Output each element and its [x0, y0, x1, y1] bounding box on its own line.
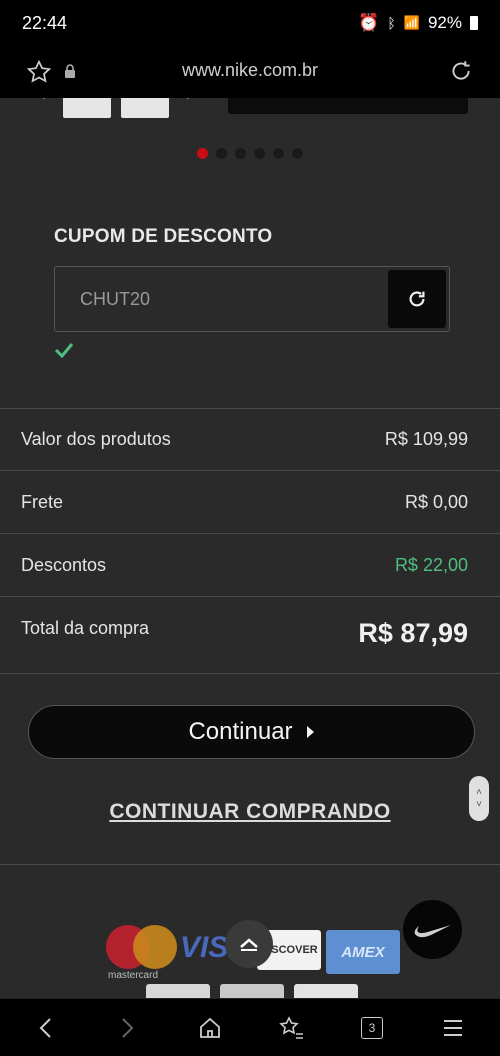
shipping-value: R$ 0,00: [404, 492, 468, 512]
carousel-prev-icon[interactable]: ‹: [40, 98, 46, 105]
divider: [0, 533, 500, 534]
arrow-left-icon: [39, 1018, 51, 1038]
chevron-up-icon: ˄: [476, 786, 482, 798]
tabs-icon: 3: [361, 1017, 383, 1039]
payment-logo: [146, 984, 210, 998]
url-text[interactable]: www.nike.com.br: [0, 60, 500, 81]
carousel-dot[interactable]: [216, 148, 227, 159]
checkout-page: ‹ › CUPOM DE DESCONTO CHUT20 Valor dos p…: [0, 98, 500, 998]
divider: [0, 864, 500, 865]
amex-logo: AMEX: [326, 930, 400, 974]
carousel-dot[interactable]: [273, 148, 284, 159]
product-action-button[interactable]: [228, 98, 468, 114]
status-time: 22:44: [22, 13, 68, 33]
payment-logo: [220, 984, 284, 998]
carousel-dot[interactable]: [254, 148, 265, 159]
shipping-label: Frete: [21, 492, 64, 512]
product-thumb-2[interactable]: [121, 98, 169, 118]
refresh-icon: [409, 291, 425, 307]
divider: [0, 596, 500, 597]
product-thumb-1[interactable]: [63, 98, 111, 118]
total-label: Total da compra: [21, 618, 150, 638]
continue-button-label: Continuar: [188, 718, 293, 745]
alarm-icon: ⏰: [358, 13, 380, 32]
star-list-icon: [279, 1016, 303, 1039]
products-value: R$ 109,99: [384, 429, 468, 449]
tab-count: 3: [368, 1021, 376, 1035]
carousel-dots: [197, 148, 303, 159]
divider: [0, 673, 500, 674]
coupon-input-value[interactable]: CHUT20: [80, 289, 150, 310]
caret-right-icon: [306, 726, 314, 738]
nav-forward-button[interactable]: [113, 1013, 143, 1043]
wifi-icon: 📶: [403, 15, 420, 30]
total-value: R$ 87,99: [358, 618, 468, 648]
status-bar: 22:44 ⏰ ᛒ 📶 92%: [0, 0, 500, 46]
payment-logo: [294, 984, 358, 998]
browser-url-bar: www.nike.com.br: [0, 46, 500, 98]
carousel-dot[interactable]: [292, 148, 303, 159]
coupon-field[interactable]: CHUT20: [54, 266, 450, 332]
carousel-dot-active[interactable]: [197, 148, 208, 159]
chevron-up-icon: [240, 938, 258, 951]
mastercard-logo: [106, 925, 177, 969]
divider: [0, 408, 500, 409]
scroll-handle[interactable]: ˄ ˅: [469, 776, 489, 821]
chevron-down-icon: ˅: [476, 798, 482, 810]
coupon-title: CUPOM DE DESCONTO: [54, 226, 273, 247]
divider: [0, 470, 500, 471]
menu-icon: [444, 1020, 462, 1036]
continue-button[interactable]: Continuar: [28, 705, 475, 759]
discounts-label: Descontos: [21, 555, 107, 575]
check-icon: [54, 343, 74, 358]
carousel-next-icon[interactable]: ›: [186, 98, 192, 105]
battery-text: 92%: [427, 13, 462, 32]
battery-icon: [470, 16, 478, 30]
nav-back-button[interactable]: [30, 1013, 60, 1043]
browser-bottom-nav: 3: [0, 998, 500, 1056]
nav-bookmarks-button[interactable]: [276, 1013, 306, 1043]
nav-tabs-button[interactable]: 3: [357, 1013, 387, 1043]
reload-icon[interactable]: [448, 58, 474, 84]
continue-shopping-link[interactable]: CONTINUAR COMPRANDO: [0, 800, 500, 824]
scroll-to-top-button[interactable]: [225, 920, 273, 968]
bluetooth-icon: ᛒ: [387, 15, 396, 31]
discounts-value: R$ 22,00: [394, 555, 468, 575]
coupon-refresh-button[interactable]: [388, 270, 446, 328]
arrow-right-icon: [122, 1018, 134, 1038]
products-value-label: Valor dos produtos: [21, 429, 171, 449]
nav-home-button[interactable]: [195, 1013, 225, 1043]
nike-swoosh-icon: [414, 924, 451, 937]
nike-chat-button[interactable]: [403, 900, 462, 959]
home-icon: [200, 1017, 220, 1038]
mastercard-text: mastercard: [108, 970, 159, 981]
status-icons: ⏰ ᛒ 📶 92%: [358, 13, 478, 33]
nav-menu-button[interactable]: [438, 1013, 468, 1043]
carousel-dot[interactable]: [235, 148, 246, 159]
